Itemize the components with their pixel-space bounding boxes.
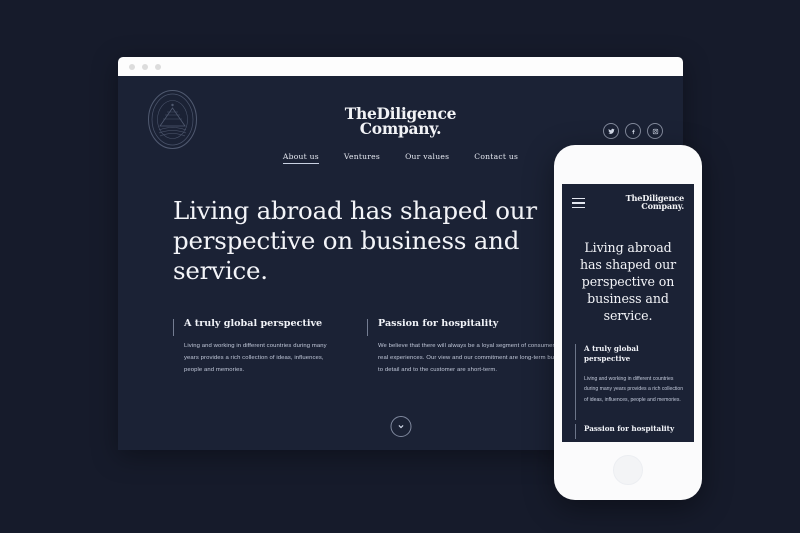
phone-earpiece-area: [554, 145, 702, 184]
feature-body: Living and working in different countrie…: [184, 343, 327, 374]
site-header: TheDiligence Company. About us Ventures …: [118, 76, 683, 164]
window-close-dot[interactable]: [129, 63, 135, 70]
home-button[interactable]: [613, 455, 643, 485]
twitter-icon[interactable]: [603, 123, 619, 139]
phone-site-logo-wordmark[interactable]: TheDiligence Company.: [626, 194, 685, 212]
window-minimize-dot[interactable]: [142, 63, 148, 70]
feature-heading: A truly global perspective: [184, 318, 323, 329]
phone-viewport: TheDiligence Company. Living abroad has …: [562, 184, 694, 442]
nav-item-our-values[interactable]: Our values: [405, 152, 449, 164]
hamburger-menu-icon[interactable]: [572, 198, 585, 211]
instagram-icon[interactable]: [647, 123, 663, 139]
phone-feature-column-global-perspective: A truly global perspective Living and wo…: [575, 344, 687, 421]
nav-item-contact-us[interactable]: Contact us: [474, 152, 518, 164]
phone-brand-line-2: Company.: [641, 201, 684, 212]
chevron-down-icon: [398, 425, 403, 429]
feature-columns: A truly global perspective Living and wo…: [173, 318, 596, 376]
phone-feature-body: Living and working in different countrie…: [584, 375, 684, 403]
nav-item-ventures[interactable]: Ventures: [344, 152, 380, 164]
hero-section: Living abroad has shaped our perspective…: [173, 196, 593, 286]
facebook-icon[interactable]: [625, 123, 641, 139]
nav-item-about-us[interactable]: About us: [282, 152, 319, 164]
phone-page-title: Living abroad has shaped our perspective…: [579, 240, 677, 323]
phone-feature-heading: A truly global perspective: [584, 344, 639, 364]
phone-site-header: TheDiligence Company.: [562, 184, 694, 222]
scroll-down-button[interactable]: [390, 416, 411, 437]
phone-feature-columns: A truly global perspective Living and wo…: [575, 344, 687, 440]
window-maximize-dot[interactable]: [155, 63, 161, 70]
browser-title-bar: [118, 57, 683, 76]
phone-mockup: TheDiligence Company. Living abroad has …: [554, 145, 702, 500]
brand-line-2: Company.: [359, 119, 442, 139]
phone-feature-heading: Passion for hospitality: [584, 424, 675, 434]
social-links: [603, 123, 663, 139]
page-title: Living abroad has shaped our perspective…: [173, 196, 537, 286]
mockup-stage: TheDiligence Company. About us Ventures …: [0, 0, 800, 533]
phone-feature-column-hospitality: Passion for hospitality: [575, 424, 687, 440]
feature-column-global-perspective: A truly global perspective Living and wo…: [173, 318, 332, 376]
site-logo-wordmark[interactable]: TheDiligence Company.: [118, 106, 683, 139]
